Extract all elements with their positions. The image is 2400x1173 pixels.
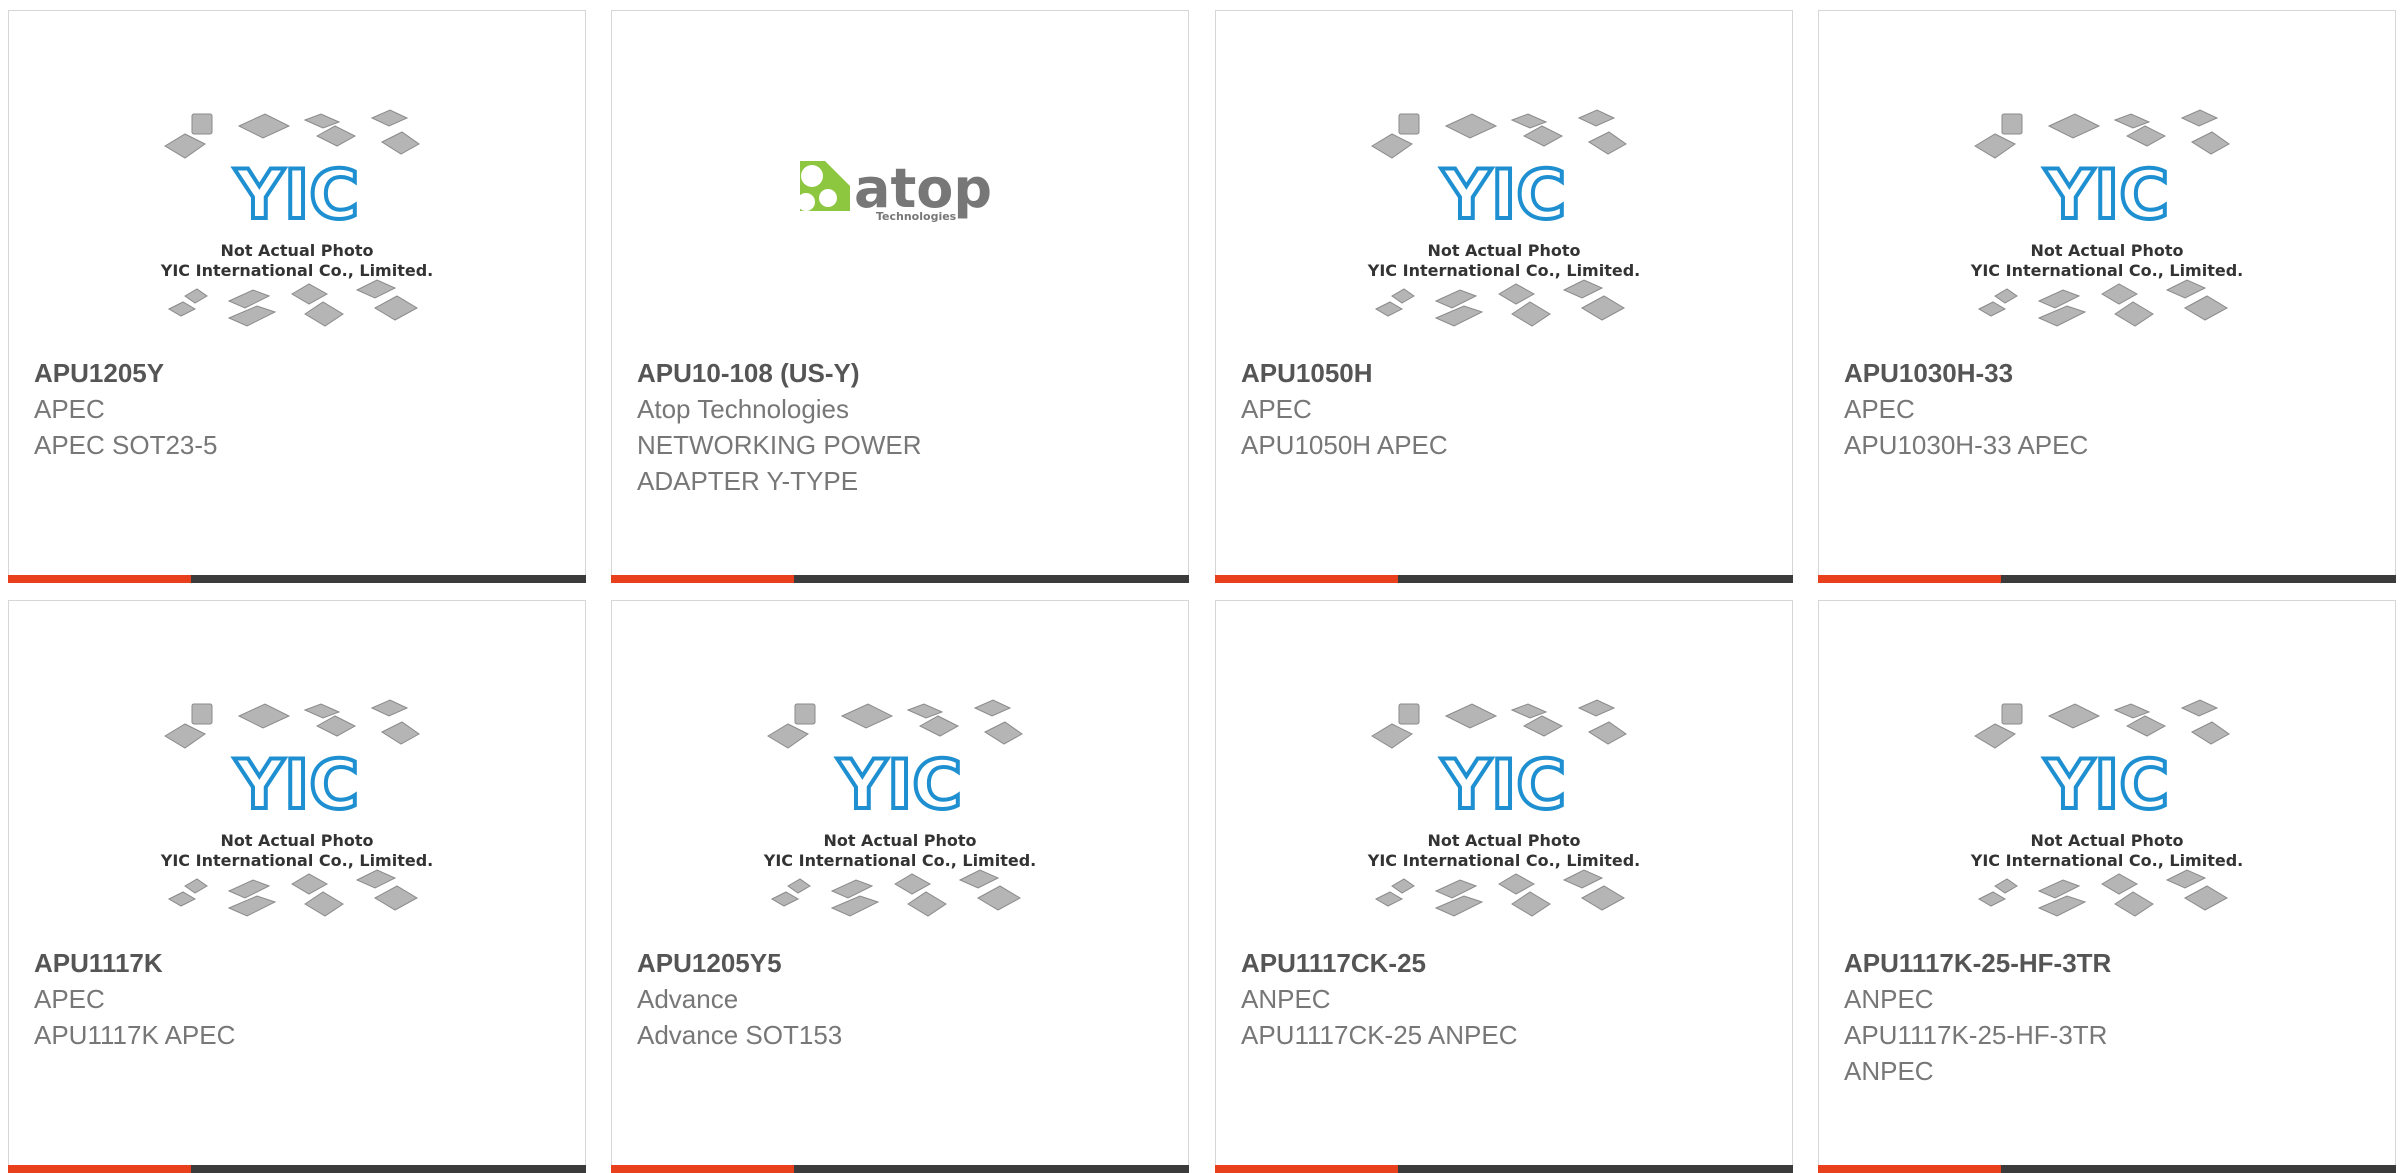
description: APU1117K APEC: [34, 1020, 236, 1050]
product-card[interactable]: YIC Not Actual Photo YIC International C…: [1215, 10, 1793, 583]
manufacturer: ANPEC: [1844, 984, 1934, 1014]
part-number[interactable]: APU1117K-25-HF-3TR: [1844, 945, 2375, 981]
yic-placeholder-image: YIC Not Actual Photo YIC International C…: [1367, 109, 1640, 327]
card-accent: [1215, 1165, 1398, 1173]
description: APU1050H APEC: [1241, 430, 1448, 460]
product-image[interactable]: YIC Not Actual Photo YIC International C…: [9, 96, 585, 358]
placeholder-line2: YIC International Co., Limited.: [1970, 851, 2243, 870]
manufacturer: ANPEC: [1241, 984, 1331, 1014]
card-footer-bar: [1818, 1165, 2396, 1173]
card-footer-bar: [8, 575, 586, 583]
part-number[interactable]: APU1030H-33: [1844, 355, 2375, 391]
description: APEC SOT23-5: [34, 430, 218, 460]
card-footer-bar: [1818, 575, 2396, 583]
part-number[interactable]: APU10-108 (US-Y): [637, 355, 1168, 391]
yic-logo: YIC: [234, 746, 359, 825]
card-accent: [8, 1165, 191, 1173]
product-image[interactable]: YIC Not Actual Photo YIC International C…: [1216, 686, 1792, 948]
product-grid: YIC Not Actual Photo YIC International C…: [0, 0, 2400, 1173]
yic-logo: YIC: [234, 156, 359, 235]
manufacturer: APEC: [1844, 394, 1915, 424]
card-accent: [8, 575, 191, 583]
card-accent: [1215, 575, 1398, 583]
part-number[interactable]: APU1205Y: [34, 355, 565, 391]
description: APU1117K-25-HF-3TR ANPEC: [1844, 1020, 2108, 1086]
product-card[interactable]: YIC Not Actual Photo YIC International C…: [8, 10, 586, 583]
placeholder-line1: Not Actual Photo: [1427, 831, 1580, 850]
manufacturer: APEC: [1241, 394, 1312, 424]
atop-logo-image: atop Technologies: [797, 157, 992, 223]
card-accent: [611, 1165, 794, 1173]
part-number[interactable]: APU1050H: [1241, 355, 1772, 391]
product-image[interactable]: YIC Not Actual Photo YIC International C…: [612, 686, 1188, 948]
product-card[interactable]: YIC Not Actual Photo YIC International C…: [1818, 10, 2396, 583]
card-accent: [611, 575, 794, 583]
description: APU1117CK-25 ANPEC: [1241, 1020, 1518, 1050]
placeholder-line1: Not Actual Photo: [823, 831, 976, 850]
placeholder-line1: Not Actual Photo: [2030, 241, 2183, 260]
yic-placeholder-image: YIC Not Actual Photo YIC International C…: [1970, 699, 2243, 917]
placeholder-line2: YIC International Co., Limited.: [1367, 851, 1640, 870]
placeholder-line2: YIC International Co., Limited.: [1970, 261, 2243, 280]
card-footer-bar: [1215, 575, 1793, 583]
yic-placeholder-image: YIC Not Actual Photo YIC International C…: [160, 109, 433, 327]
product-card[interactable]: YIC Not Actual Photo YIC International C…: [611, 600, 1189, 1173]
yic-logo: YIC: [2044, 746, 2169, 825]
part-number[interactable]: APU1117CK-25: [1241, 945, 1772, 981]
description: APU1030H-33 APEC: [1844, 430, 2089, 460]
card-accent: [1818, 575, 2001, 583]
product-card[interactable]: YIC Not Actual Photo YIC International C…: [8, 600, 586, 1173]
product-image[interactable]: YIC Not Actual Photo YIC International C…: [1819, 686, 2395, 948]
yic-placeholder-image: YIC Not Actual Photo YIC International C…: [1367, 699, 1640, 917]
card-footer-bar: [1215, 1165, 1793, 1173]
product-image[interactable]: YIC Not Actual Photo YIC International C…: [9, 686, 585, 948]
placeholder-line1: Not Actual Photo: [220, 831, 373, 850]
placeholder-line1: Not Actual Photo: [220, 241, 373, 260]
description: Advance SOT153: [637, 1020, 843, 1050]
manufacturer: APEC: [34, 394, 105, 424]
product-image[interactable]: atop Technologies: [612, 96, 1188, 358]
placeholder-line2: YIC International Co., Limited.: [160, 261, 433, 280]
placeholder-line1: Not Actual Photo: [2030, 831, 2183, 850]
description: NETWORKING POWER ADAPTER Y-TYPE: [637, 430, 922, 496]
atop-logo-mark: [797, 161, 850, 211]
yic-placeholder-image: YIC Not Actual Photo YIC International C…: [763, 699, 1036, 917]
product-card[interactable]: YIC Not Actual Photo YIC International C…: [1215, 600, 1793, 1173]
manufacturer: Advance: [637, 984, 739, 1014]
yic-logo: YIC: [1441, 156, 1566, 235]
atop-tagline: Technologies: [876, 210, 957, 223]
card-footer-bar: [8, 1165, 586, 1173]
product-image[interactable]: YIC Not Actual Photo YIC International C…: [1819, 96, 2395, 358]
part-number[interactable]: APU1117K: [34, 945, 565, 981]
part-number[interactable]: APU1205Y5: [637, 945, 1168, 981]
card-footer-bar: [611, 575, 1189, 583]
manufacturer: APEC: [34, 984, 105, 1014]
product-card[interactable]: atop Technologies APU10-108 (US-Y) Atop …: [611, 10, 1189, 583]
yic-logo: YIC: [1441, 746, 1566, 825]
placeholder-line2: YIC International Co., Limited.: [763, 851, 1036, 870]
yic-logo: YIC: [837, 746, 962, 825]
product-image[interactable]: YIC Not Actual Photo YIC International C…: [1216, 96, 1792, 358]
manufacturer: Atop Technologies: [637, 394, 850, 424]
card-accent: [1818, 1165, 2001, 1173]
yic-logo: YIC: [2044, 156, 2169, 235]
product-card[interactable]: YIC Not Actual Photo YIC International C…: [1818, 600, 2396, 1173]
card-footer-bar: [611, 1165, 1189, 1173]
placeholder-line1: Not Actual Photo: [1427, 241, 1580, 260]
yic-placeholder-image: YIC Not Actual Photo YIC International C…: [160, 699, 433, 917]
placeholder-line2: YIC International Co., Limited.: [160, 851, 433, 870]
placeholder-line2: YIC International Co., Limited.: [1367, 261, 1640, 280]
yic-placeholder-image: YIC Not Actual Photo YIC International C…: [1970, 109, 2243, 327]
